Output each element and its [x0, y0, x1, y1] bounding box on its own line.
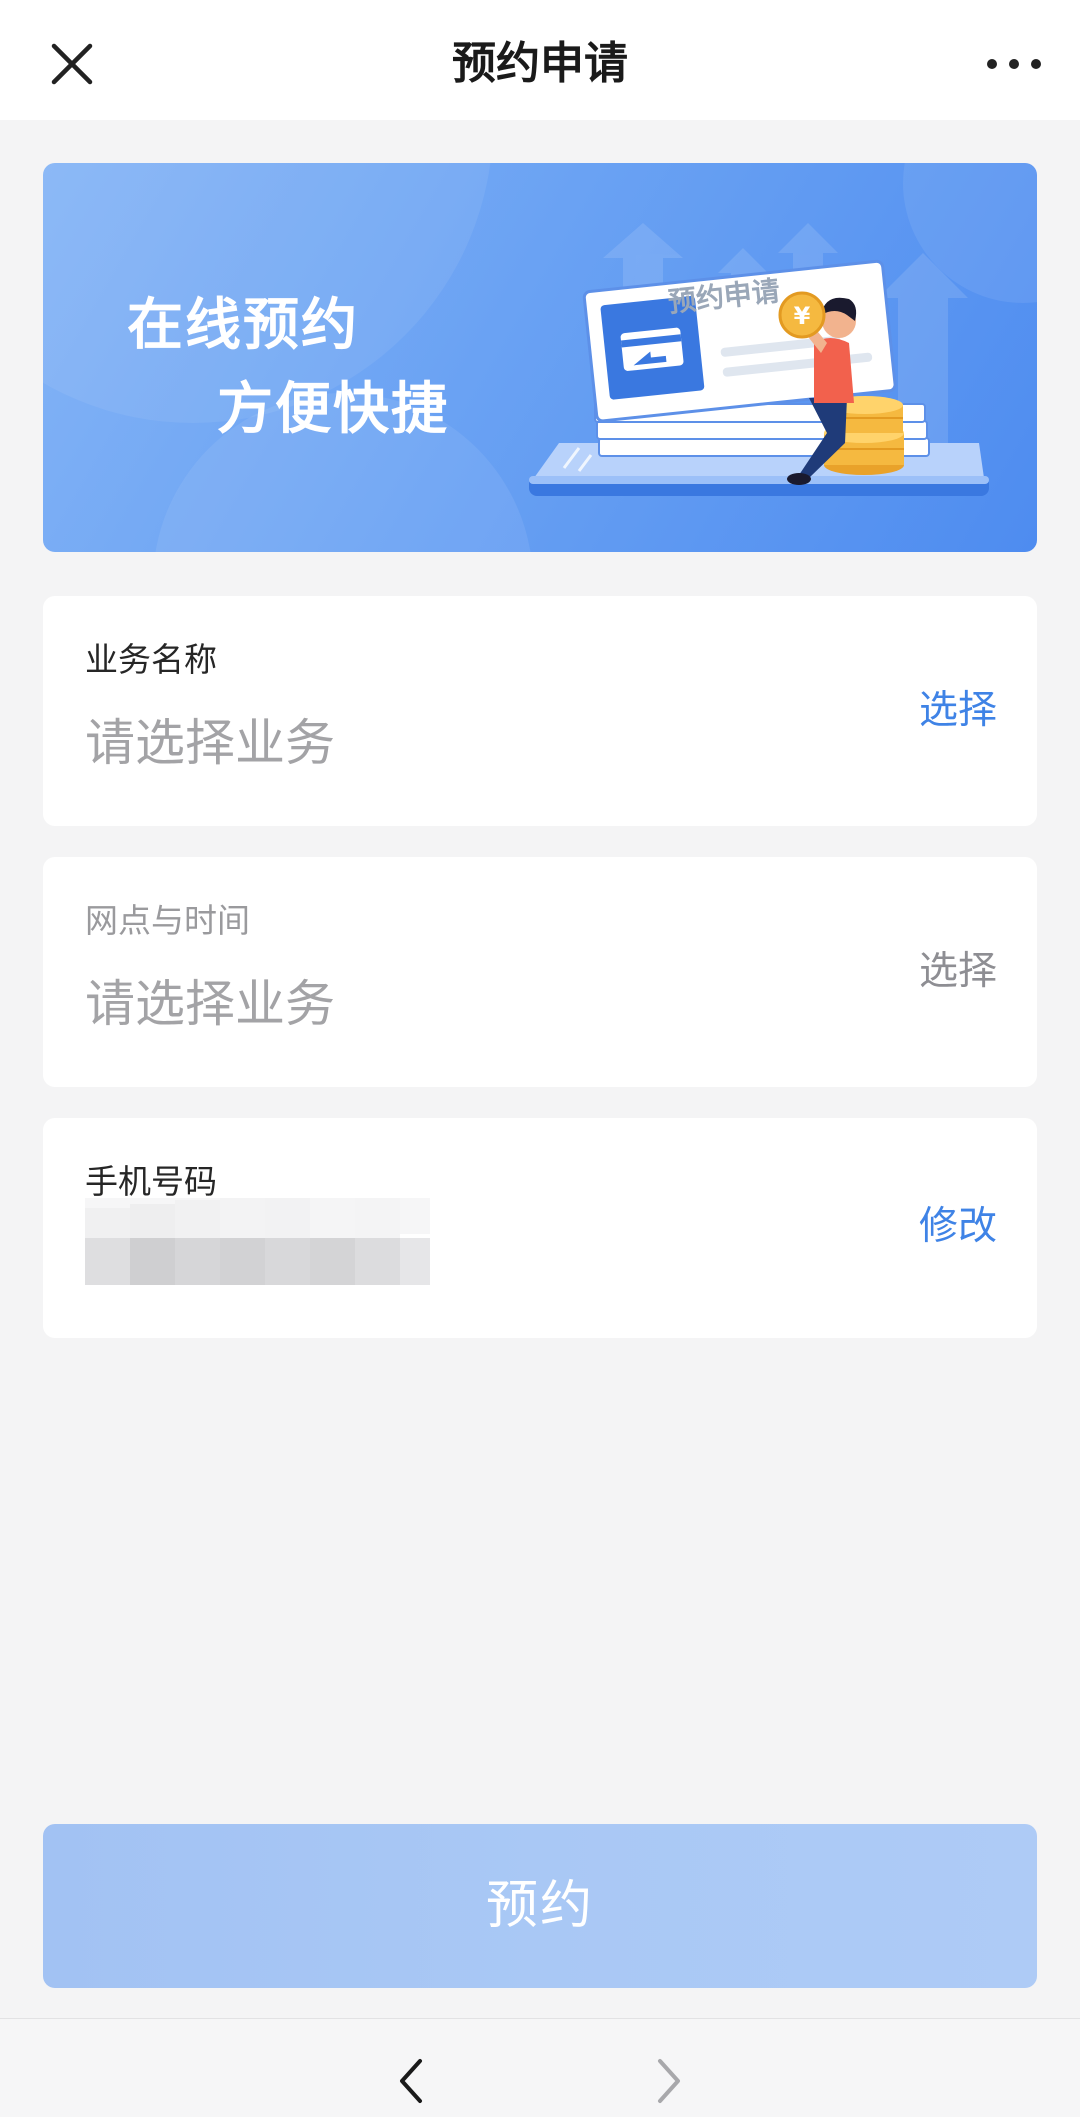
business-select-button[interactable]: 选择: [919, 686, 997, 736]
phone-number-card: 手机号码 修改: [43, 1118, 1037, 1338]
navigation-bar: 预约申请: [0, 0, 1080, 120]
book-appointment-button[interactable]: 预约: [43, 1824, 1037, 1988]
phone-number-redacted: [85, 1198, 430, 1285]
chevron-left-icon[interactable]: [382, 2051, 442, 2111]
branch-time-select-button[interactable]: 选择: [919, 947, 997, 997]
branch-time-card[interactable]: 网点与时间 请选择业务 选择: [43, 857, 1037, 1087]
bottom-toolbar: [0, 2018, 1080, 2117]
promo-banner: 在线预约 方便快捷 ¥ 预约申请: [43, 163, 1037, 552]
yen-coin-symbol: ¥: [794, 302, 811, 330]
banner-headline-2: 方便快捷: [217, 377, 449, 442]
business-name-label: 业务名称: [85, 640, 217, 679]
chevron-right-icon[interactable]: [638, 2051, 698, 2111]
branch-time-label: 网点与时间: [85, 901, 250, 940]
branch-time-select-field[interactable]: 请选择业务: [85, 971, 335, 1037]
phone-edit-button[interactable]: 修改: [919, 1202, 997, 1252]
banner-headline-1: 在线预约: [127, 293, 359, 358]
page-title: 预约申请: [452, 38, 628, 89]
more-dots-icon[interactable]: [982, 40, 1046, 88]
business-select-field[interactable]: 请选择业务: [85, 710, 335, 776]
appointment-illustration: ¥: [529, 259, 989, 496]
business-name-card[interactable]: 业务名称 请选择业务 选择: [43, 596, 1037, 826]
